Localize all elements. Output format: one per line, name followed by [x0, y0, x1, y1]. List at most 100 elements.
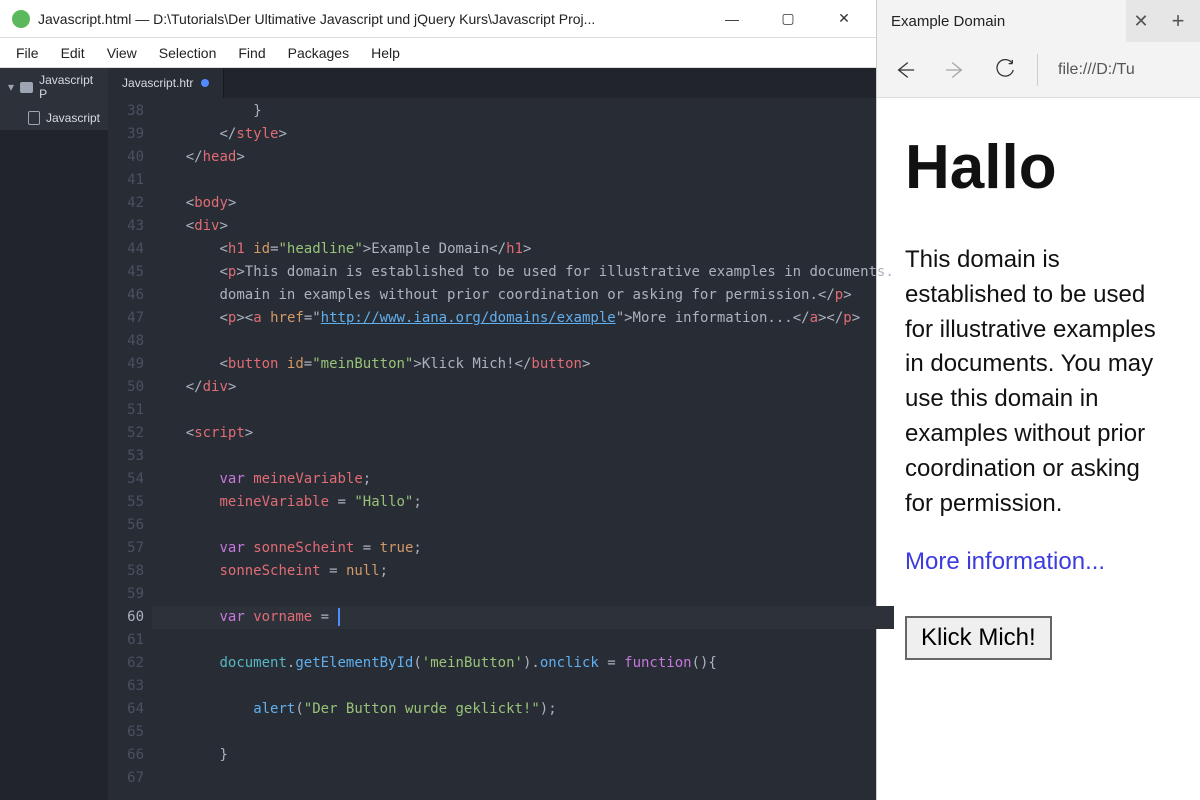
code-line[interactable]: alert("Der Button wurde geklickt!");: [152, 698, 894, 721]
code-line[interactable]: [152, 169, 894, 192]
token: <: [186, 195, 194, 211]
code-line[interactable]: <button id="meinButton">Klick Mich!</but…: [152, 353, 894, 376]
line-number: 48: [108, 330, 144, 353]
token: 'meinButton': [422, 655, 523, 671]
token: [245, 241, 253, 257]
forward-button[interactable]: [937, 52, 973, 88]
token: var: [219, 540, 244, 556]
token: );: [540, 701, 557, 717]
new-tab-button[interactable]: +: [1156, 0, 1200, 42]
code-line[interactable]: }: [152, 100, 894, 123]
token: (: [413, 655, 421, 671]
arrow-left-icon: [894, 59, 916, 81]
back-button[interactable]: [887, 52, 923, 88]
menu-selection[interactable]: Selection: [149, 41, 227, 65]
token: Klick Mich!: [422, 356, 515, 372]
menu-find[interactable]: Find: [228, 41, 275, 65]
code-content[interactable]: } </style> </head> <body> <div> <h1 id="…: [152, 98, 894, 800]
browser-tab[interactable]: Example Domain: [877, 0, 1126, 42]
token: [278, 356, 286, 372]
code-line[interactable]: [152, 675, 894, 698]
menu-file[interactable]: File: [6, 41, 49, 65]
code-line[interactable]: [152, 583, 894, 606]
menubar: FileEditViewSelectionFindPackagesHelp: [0, 38, 876, 68]
refresh-button[interactable]: [987, 52, 1023, 88]
tree-file[interactable]: Javascript: [0, 106, 108, 130]
maximize-button[interactable]: ▢: [774, 5, 802, 33]
code-editor[interactable]: 3839404142434445464748495051525354555657…: [108, 98, 894, 800]
code-line[interactable]: </div>: [152, 376, 894, 399]
code-line[interactable]: [152, 514, 894, 537]
code-line[interactable]: </head>: [152, 146, 894, 169]
code-line[interactable]: [152, 721, 894, 744]
code-line[interactable]: domain in examples without prior coordin…: [152, 284, 894, 307]
code-line[interactable]: [152, 399, 894, 422]
line-number: 56: [108, 514, 144, 537]
tab-close-icon[interactable]: ✕: [1126, 0, 1156, 42]
menu-help[interactable]: Help: [361, 41, 410, 65]
code-line[interactable]: sonneScheint = null;: [152, 560, 894, 583]
token: >: [245, 425, 253, 441]
code-line[interactable]: <p>This domain is established to be used…: [152, 261, 894, 284]
editor-tab[interactable]: Javascript.htr: [108, 68, 224, 98]
code-line[interactable]: [152, 767, 894, 790]
code-line[interactable]: <p><a href="http://www.iana.org/domains/…: [152, 307, 894, 330]
address-bar[interactable]: file:///D:/Tu: [1052, 61, 1190, 79]
project-tree[interactable]: ▾ Javascript P Javascript: [0, 68, 108, 800]
token: </: [186, 149, 203, 165]
token: ;: [363, 471, 371, 487]
menu-view[interactable]: View: [97, 41, 147, 65]
line-number: 42: [108, 192, 144, 215]
line-number: 58: [108, 560, 144, 583]
token: document: [219, 655, 286, 671]
klick-mich-button[interactable]: Klick Mich!: [905, 616, 1052, 660]
token: sonneScheint: [219, 563, 320, 579]
line-number: 50: [108, 376, 144, 399]
token: >: [278, 126, 286, 142]
token: "meinButton": [312, 356, 413, 372]
atom-editor-window: Javascript.html — D:\Tutorials\Der Ultim…: [0, 0, 876, 800]
code-line[interactable]: }: [152, 744, 894, 767]
line-number: 46: [108, 284, 144, 307]
line-number: 39: [108, 123, 144, 146]
code-line[interactable]: [152, 330, 894, 353]
token: true: [380, 540, 414, 556]
token: >: [523, 241, 531, 257]
code-line[interactable]: var sonneScheint = true;: [152, 537, 894, 560]
token: [245, 471, 253, 487]
token: [338, 563, 346, 579]
code-line[interactable]: document.getElementById('meinButton').on…: [152, 652, 894, 675]
line-number: 52: [108, 422, 144, 445]
code-line[interactable]: var meineVariable;: [152, 468, 894, 491]
code-line[interactable]: <body>: [152, 192, 894, 215]
token: [371, 540, 379, 556]
code-line[interactable]: [152, 629, 894, 652]
atom-app-icon: [12, 10, 30, 28]
line-number: 44: [108, 238, 144, 261]
code-line[interactable]: [152, 445, 894, 468]
token: >: [413, 356, 421, 372]
line-number: 61: [108, 629, 144, 652]
more-info-link[interactable]: More information...: [905, 548, 1105, 575]
code-line[interactable]: </style>: [152, 123, 894, 146]
menu-packages[interactable]: Packages: [278, 41, 359, 65]
line-number: 55: [108, 491, 144, 514]
project-root[interactable]: ▾ Javascript P: [0, 68, 108, 106]
code-line[interactable]: <script>: [152, 422, 894, 445]
token: =": [304, 310, 321, 326]
token: button: [228, 356, 279, 372]
token: ">: [616, 310, 633, 326]
project-name: Javascript P: [39, 73, 100, 101]
token: "Der Button wurde geklickt!": [304, 701, 540, 717]
code-line[interactable]: meineVariable = "Hallo";: [152, 491, 894, 514]
token: <: [219, 356, 227, 372]
token: Example Domain: [371, 241, 489, 257]
minimize-button[interactable]: —: [718, 5, 746, 33]
code-line[interactable]: var vorname =: [152, 606, 894, 629]
close-button[interactable]: ✕: [830, 5, 858, 33]
code-line[interactable]: <div>: [152, 215, 894, 238]
token: [354, 540, 362, 556]
code-line[interactable]: <h1 id="headline">Example Domain</h1>: [152, 238, 894, 261]
menu-edit[interactable]: Edit: [51, 41, 95, 65]
token: <: [245, 310, 253, 326]
